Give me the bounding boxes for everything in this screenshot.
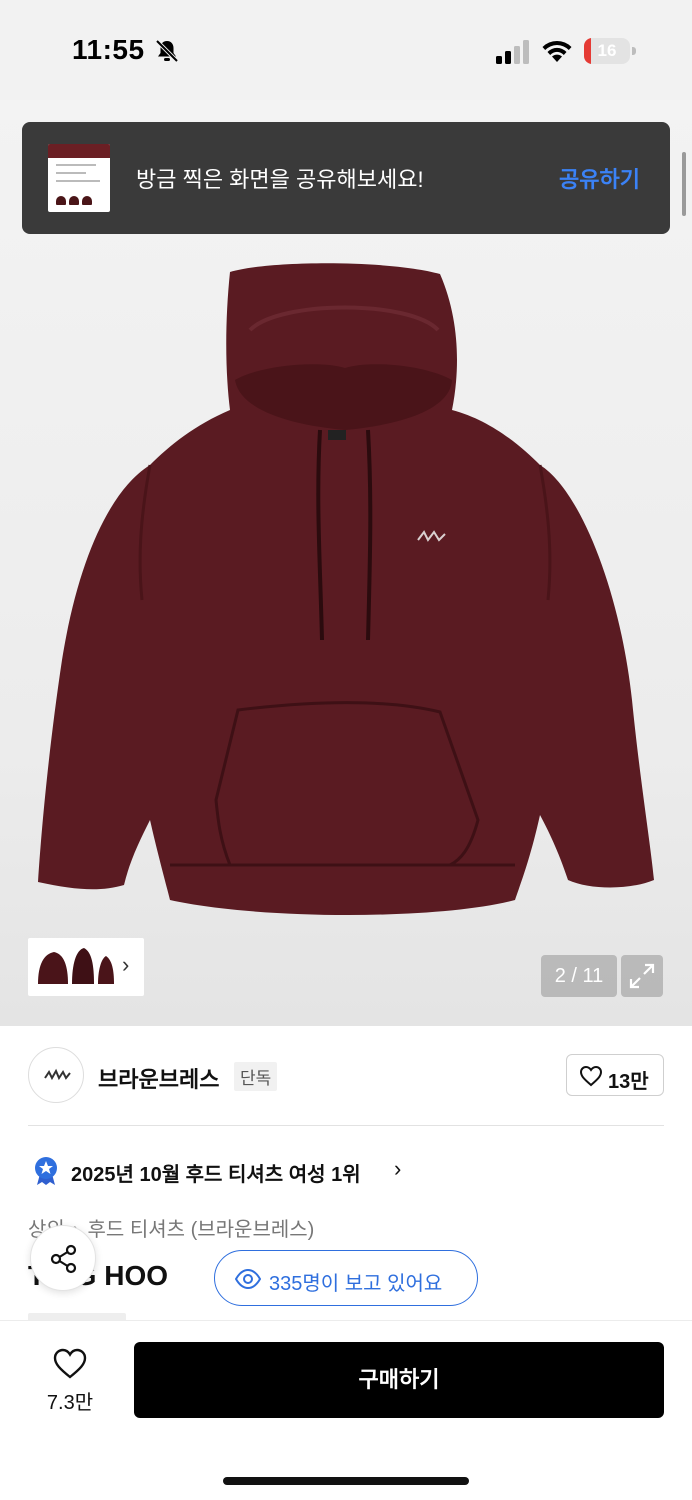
wifi-icon [542,40,572,62]
chevron-right-icon: › [122,952,130,977]
gallery-thumbnail-button[interactable]: › [28,938,144,996]
brand-name[interactable]: 브라운브레스 [98,1062,219,1094]
heart-icon [579,1065,603,1087]
brand-logo-mark [44,1068,71,1081]
bell-slash-icon [155,39,179,63]
toast-message: 방금 찍은 화면을 공유해보세요! [136,167,424,192]
scrollbar[interactable] [682,152,686,216]
page-counter: 2 / 11 [541,955,617,997]
exclusive-badge: 단독 [234,1062,278,1091]
share-icon [50,1244,77,1274]
thumbnail-images [38,948,114,984]
home-indicator[interactable] [223,1477,469,1485]
product-image [38,263,654,915]
buy-button[interactable]: 구매하기 [134,1342,664,1418]
status-bar: 11:55 16 [0,0,692,100]
product-image-carousel[interactable] [0,100,692,1026]
share-toast: 방금 찍은 화면을 공유해보세요! 공유하기 [22,122,670,234]
brand-like-count: 13만 [608,1071,649,1093]
status-time: 11:55 [72,34,145,65]
divider [28,1125,664,1126]
eye-icon [235,1268,261,1290]
wishlist-count: 7.3만 [46,1392,94,1414]
viewers-count-pill: 335명이 보고 있어요 [214,1250,478,1306]
chevron-right-icon: › [394,1156,402,1181]
expand-icon [629,963,655,989]
expand-image-button[interactable] [621,955,663,997]
share-now-button[interactable]: 공유하기 [559,162,640,194]
screenshot-thumbnail[interactable] [48,144,110,212]
share-button[interactable] [30,1225,96,1291]
battery-level: 16 [597,41,617,60]
ranking-link[interactable]: 2025년 10월 후드 티셔츠 여성 1위 [71,1158,361,1187]
brand-like-button[interactable]: 13만 [566,1054,664,1096]
viewers-count-text: 335명이 보고 있어요 [269,1273,443,1295]
brand-logo[interactable] [28,1047,84,1103]
breadcrumb-item-subcategory[interactable]: 후드 티셔츠 (브라운브레스) [87,1219,314,1241]
battery-icon: 16 [584,38,636,64]
cellular-signal-icon [496,40,529,64]
wishlist-heart-icon[interactable] [52,1346,88,1380]
ranking-badge-icon [35,1157,57,1185]
